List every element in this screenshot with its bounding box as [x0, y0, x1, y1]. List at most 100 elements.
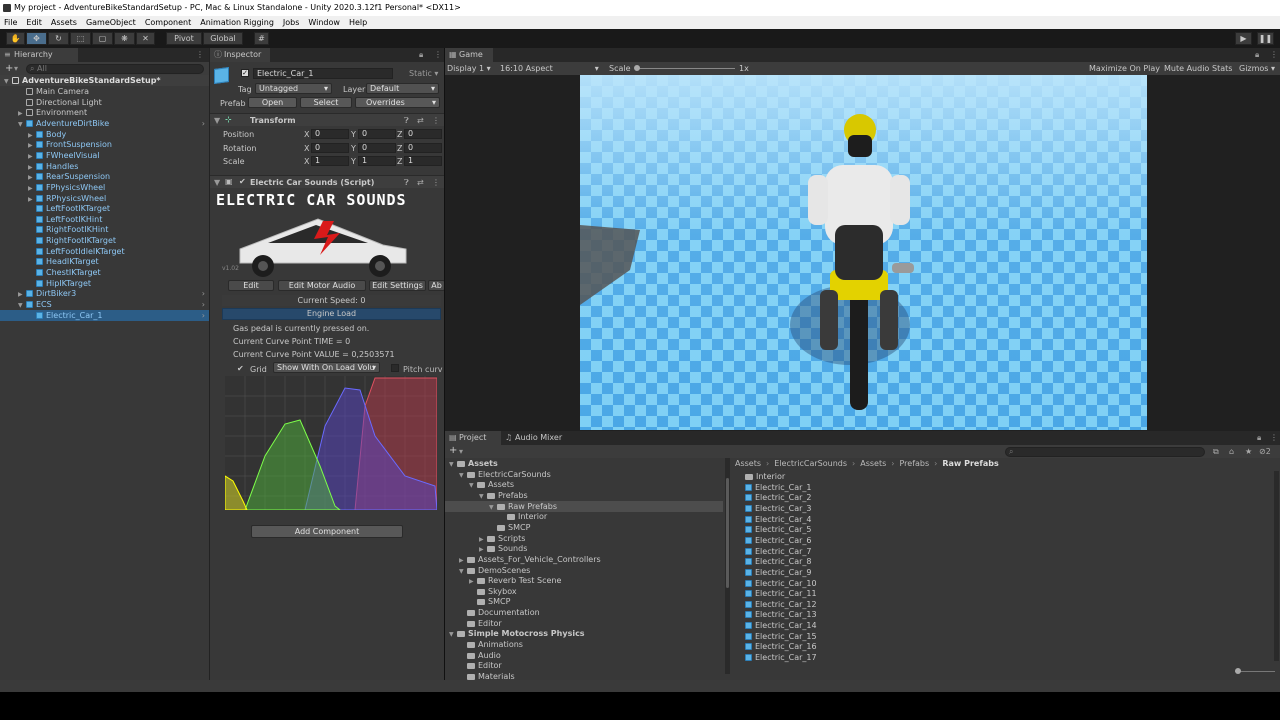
- help-icon[interactable]: ❓︎: [404, 178, 409, 188]
- hierarchy-search-input[interactable]: ⌕ All: [26, 64, 204, 74]
- foldout-arrow-icon[interactable]: ▼: [214, 178, 220, 187]
- hidden-packages-icon[interactable]: ⊘2: [1259, 447, 1271, 456]
- project-tree-item[interactable]: Animations: [445, 639, 723, 650]
- asset-list-item[interactable]: Electric_Car_11: [735, 588, 1265, 599]
- project-tree-item[interactable]: ▼ Assets: [445, 458, 723, 469]
- hierarchy-item[interactable]: RightFootIKTarget: [0, 235, 209, 246]
- lock-icon[interactable]: 🔒︎: [1255, 50, 1259, 60]
- prefab-open-arrow-icon[interactable]: ›: [202, 299, 205, 310]
- project-tree-item[interactable]: ▼ Raw Prefabs: [445, 500, 723, 512]
- pause-button-icon[interactable]: ❚❚: [1257, 32, 1274, 45]
- menu-component[interactable]: Component: [145, 16, 191, 29]
- hierarchy-item[interactable]: LeftFootIKHint: [0, 214, 209, 225]
- hierarchy-item[interactable]: ▶ RearSuspension: [0, 171, 209, 182]
- tab-inspector[interactable]: ⓘ Inspector: [210, 48, 270, 62]
- project-tree-item[interactable]: Interior: [445, 511, 723, 522]
- asset-list-item[interactable]: Electric_Car_1: [735, 482, 1265, 493]
- curve-graph[interactable]: [225, 376, 437, 510]
- hierarchy-item[interactable]: Directional Light: [0, 97, 209, 108]
- hierarchy-item[interactable]: Electric_Car_1 ›: [0, 309, 209, 321]
- tab-game[interactable]: ▦ Game: [445, 48, 493, 62]
- project-tree-item[interactable]: SMCP: [445, 522, 723, 533]
- create-plus-icon[interactable]: +: [5, 63, 13, 74]
- script-tab-button[interactable]: Edit Curves: [228, 280, 274, 291]
- pitch-curve-checkbox[interactable]: [391, 364, 399, 372]
- preset-icon[interactable]: ⇄: [417, 116, 424, 125]
- tab-hierarchy[interactable]: ≡ Hierarchy: [0, 48, 78, 62]
- project-search-input[interactable]: ⌕: [1005, 447, 1205, 457]
- menu-gameobject[interactable]: GameObject: [86, 16, 136, 29]
- asset-list-item[interactable]: Interior: [735, 471, 1265, 482]
- project-tree-item[interactable]: Skybox: [445, 586, 723, 597]
- play-button-icon[interactable]: ▶: [1235, 32, 1252, 45]
- add-component-button[interactable]: Add Component: [251, 525, 403, 538]
- asset-list-item[interactable]: Electric_Car_2: [735, 492, 1265, 503]
- transform-y-field[interactable]: 1: [358, 156, 396, 166]
- dropdown-arrow-icon[interactable]: ▾: [14, 64, 18, 73]
- script-tab-button[interactable]: Edit Motor Audio Clips: [278, 280, 366, 291]
- hierarchy-item[interactable]: ▼ AdventureDirtBike ›: [0, 118, 209, 129]
- hierarchy-item[interactable]: ▶ FrontSuspension: [0, 139, 209, 150]
- tab-project[interactable]: ▤ Project: [445, 431, 501, 445]
- project-tree-item[interactable]: ▼ ElectricCarSounds: [445, 469, 723, 480]
- more-menu-icon[interactable]: ⋮: [434, 50, 442, 59]
- engine-load-button[interactable]: Engine Load: [222, 308, 441, 320]
- transform-tool-icon[interactable]: ❋: [114, 32, 135, 45]
- grid-checkbox[interactable]: ✔: [237, 364, 244, 373]
- project-tree-item[interactable]: ▼ Assets: [445, 479, 723, 490]
- menu-help[interactable]: Help: [349, 16, 367, 29]
- prefab-open-button[interactable]: Open: [248, 97, 297, 108]
- breadcrumb-item[interactable]: ElectricCarSounds: [774, 459, 847, 468]
- asset-list-item[interactable]: Electric_Car_8: [735, 556, 1265, 567]
- help-icon[interactable]: ❓︎: [404, 116, 409, 126]
- scale-slider-handle[interactable]: [634, 65, 640, 71]
- search-by-type-icon[interactable]: ⧉: [1213, 447, 1219, 457]
- asset-list-item[interactable]: Electric_Car_13: [735, 609, 1265, 620]
- script-tab-button[interactable]: Ab: [428, 280, 445, 291]
- hierarchy-item[interactable]: HipIKTarget: [0, 278, 209, 289]
- asset-list-item[interactable]: Electric_Car_10: [735, 578, 1265, 589]
- hierarchy-item[interactable]: LeftFootIdleIKTarget: [0, 246, 209, 257]
- tree-scrollbar[interactable]: [725, 458, 730, 674]
- more-menu-icon[interactable]: ⋮: [196, 50, 204, 59]
- custom-tool-icon[interactable]: ✕: [136, 32, 155, 45]
- asset-list-item[interactable]: Electric_Car_14: [735, 620, 1265, 631]
- transform-x-field[interactable]: 0: [311, 142, 349, 153]
- asset-list-item[interactable]: Electric_Car_9: [735, 567, 1265, 578]
- hand-tool-icon[interactable]: ✋: [6, 32, 25, 45]
- tab-audio-mixer[interactable]: ♫ Audio Mixer: [501, 431, 573, 445]
- icon-size-slider-handle[interactable]: [1235, 668, 1241, 674]
- asset-list-item[interactable]: Electric_Car_17: [735, 652, 1265, 663]
- transform-z-field[interactable]: 0: [404, 129, 442, 139]
- asset-list-item[interactable]: Electric_Car_4: [735, 514, 1265, 525]
- transform-x-field[interactable]: 1: [311, 156, 349, 166]
- script-tab-button[interactable]: Edit Settings: [369, 280, 426, 291]
- prefab-overrides-dropdown[interactable]: Overrides ▾: [355, 97, 440, 108]
- project-tree-item[interactable]: ▶ Sounds: [445, 543, 723, 554]
- hierarchy-item[interactable]: ▶ Handles: [0, 161, 209, 172]
- menu-window[interactable]: Window: [308, 16, 340, 29]
- more-menu-icon[interactable]: ⋮: [432, 116, 440, 125]
- static-toggle[interactable]: Static ▾: [409, 69, 438, 78]
- hierarchy-item[interactable]: ▶ Environment: [0, 107, 209, 118]
- display-dropdown[interactable]: Display 1 ▾: [447, 64, 491, 73]
- menu-edit[interactable]: Edit: [26, 16, 42, 29]
- foldout-arrow-icon[interactable]: ▼: [214, 116, 220, 125]
- asset-list-item[interactable]: Electric_Car_3: [735, 503, 1265, 514]
- breadcrumb-item[interactable]: Raw Prefabs: [942, 459, 998, 468]
- project-tree-item[interactable]: ▼ Prefabs: [445, 490, 723, 501]
- hierarchy-item[interactable]: LeftFootIKTarget: [0, 203, 209, 214]
- transform-y-field[interactable]: 0: [358, 142, 396, 153]
- project-tree-item[interactable]: ▶ Reverb Test Scene: [445, 575, 723, 586]
- global-toggle[interactable]: Global: [203, 32, 243, 45]
- menu-file[interactable]: File: [4, 16, 17, 29]
- files-scrollbar[interactable]: [1274, 471, 1279, 661]
- tag-dropdown[interactable]: Untagged ▾: [255, 83, 332, 94]
- hierarchy-item[interactable]: Main Camera: [0, 86, 209, 97]
- menu-jobs[interactable]: Jobs: [283, 16, 300, 29]
- grid-snap-icon[interactable]: #: [254, 32, 269, 45]
- project-tree-item[interactable]: ▼ DemoScenes: [445, 565, 723, 576]
- script-component-header[interactable]: ▼ ▣ ✔ Electric Car Sounds (Script) ❓︎ ⇄ …: [210, 175, 444, 188]
- hierarchy-item[interactable]: ▶ Body: [0, 129, 209, 140]
- hierarchy-item[interactable]: ▶ FWheelVisual: [0, 150, 209, 161]
